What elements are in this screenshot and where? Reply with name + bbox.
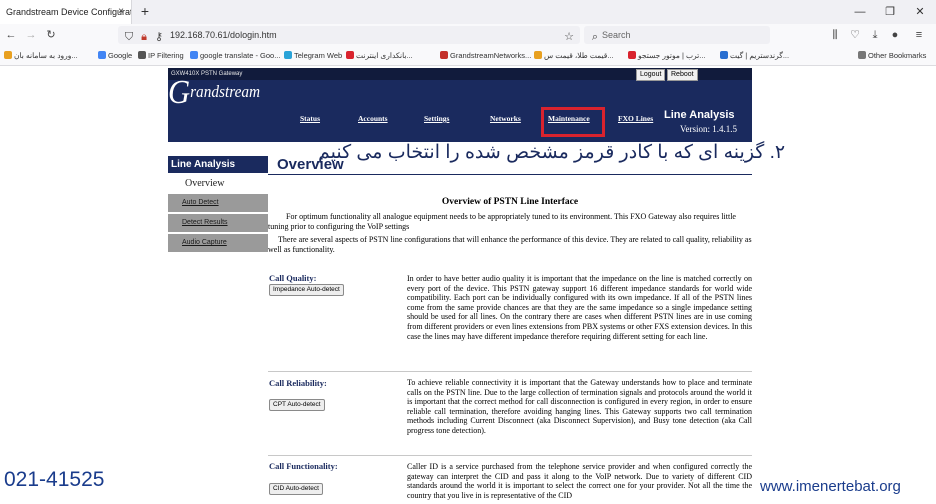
grandstream-logo: Grandstream [168, 74, 261, 111]
instruction-caption: ۲. گزینه ای که با کادر قرمز مشخص شده را … [318, 142, 786, 163]
logout-button[interactable]: Logout [636, 69, 666, 81]
bookmark-item[interactable]: ترب | موتور جستجو... [628, 46, 706, 66]
youtube-icon [440, 51, 448, 59]
sidebar-item-audio-capture[interactable]: Audio Capture [168, 234, 268, 252]
account-icon[interactable]: ● [886, 24, 904, 46]
bookmark-item[interactable]: ورود به سامانه بان... [4, 46, 78, 66]
section-divider [268, 371, 752, 372]
sidebar-item-overview[interactable]: Overview [168, 175, 268, 193]
torob-icon [628, 51, 636, 59]
folder-icon [858, 51, 866, 59]
maintenance-highlight-box [541, 107, 605, 137]
search-placeholder: Search [602, 30, 631, 40]
firmware-version: Version: 1.4.1.5 [680, 124, 737, 134]
gold-icon [534, 51, 542, 59]
search-input[interactable]: ⌕ Search [584, 26, 770, 44]
permissions-icon[interactable]: ⚷ [150, 26, 168, 48]
nav-networks[interactable]: Networks [490, 114, 521, 123]
minimize-button[interactable]: — [845, 0, 875, 24]
other-bookmarks[interactable]: Other Bookmarks [858, 46, 926, 66]
reboot-button[interactable]: Reboot [667, 69, 698, 81]
address-bar[interactable]: ⛉ 🔒︎ ⚷ 192.168.70.61/dologin.htm ☆ [118, 26, 580, 44]
call-reliability-description: To achieve reliable connectivity it is i… [407, 378, 752, 435]
back-icon[interactable]: ← [2, 24, 20, 46]
intro-paragraph-2: There are several aspects of PSTN line c… [268, 235, 752, 254]
new-tab-button[interactable]: + [136, 0, 154, 24]
downloads-icon[interactable]: ⤓ [866, 24, 884, 46]
watermark-phone: 021-41525 [4, 468, 105, 491]
nav-toolbar: ← → ↻ ⛉ 🔒︎ ⚷ 192.168.70.61/dologin.htm ☆… [0, 24, 936, 46]
google-icon [98, 51, 106, 59]
bookmark-item[interactable]: Telegram Web [284, 46, 342, 66]
tab-bar: Grandstream Device Configuration × + — ❐… [0, 0, 936, 24]
call-reliability-label: Call Reliability: [269, 378, 327, 388]
menu-icon[interactable]: ≡ [910, 24, 928, 46]
pocket-icon[interactable]: ♡ [846, 24, 864, 46]
grandstream-icon [720, 51, 728, 59]
sidebar-item-detect-results[interactable]: Detect Results [168, 214, 268, 232]
bookmark-item[interactable]: گرندستریم | گیت... [720, 46, 789, 66]
watermark-website: www.imenertebat.org [760, 478, 901, 495]
bookmark-item[interactable]: google translate - Goo... [190, 46, 280, 66]
nav-status[interactable]: Status [300, 114, 320, 123]
telegram-icon [284, 51, 292, 59]
maximize-button[interactable]: ❐ [875, 0, 905, 24]
call-functionality-label: Call Functionality: [269, 461, 338, 471]
section-title: Overview of PSTN Line Interface [441, 197, 579, 207]
sidebar-item-auto-detect[interactable]: Auto Detect [168, 194, 268, 212]
impedance-auto-detect-button[interactable]: Impedance Auto-detect [269, 284, 344, 296]
call-quality-description: In order to have better audio quality it… [407, 274, 752, 341]
nav-accounts[interactable]: Accounts [358, 114, 388, 123]
bookmark-item[interactable]: بانکداری اینترنت... [346, 46, 413, 66]
intro-paragraph: For optimum functionality all analogue e… [268, 212, 736, 231]
google-icon [190, 51, 198, 59]
bank-icon [346, 51, 354, 59]
globe-icon [138, 51, 146, 59]
browser-tab[interactable]: Grandstream Device Configuration [0, 0, 132, 24]
bookmark-item[interactable]: Google [98, 46, 132, 66]
nav-fxo-lines[interactable]: FXO Lines [618, 114, 653, 123]
title-divider [268, 174, 752, 175]
call-functionality-description: Caller ID is a service purchased from th… [407, 462, 752, 500]
gateway-header: GXW410X PSTN Gateway Logout Reboot Grand… [168, 68, 752, 142]
call-quality-label: Call Quality: [269, 273, 317, 283]
close-tab-icon[interactable]: × [114, 0, 128, 24]
sidebar-heading: Line Analysis [168, 156, 268, 173]
nav-settings[interactable]: Settings [424, 114, 449, 123]
library-icon[interactable]: ⫼ [826, 24, 844, 46]
bookmark-star-icon[interactable]: ☆ [560, 26, 578, 48]
cpt-auto-detect-button[interactable]: CPT Auto-detect [269, 399, 325, 411]
cid-auto-detect-button[interactable]: CID Auto-detect [269, 483, 323, 495]
bookmark-item[interactable]: قیمت طلا، قیمت س... [534, 46, 614, 66]
bookmark-favicon-icon [4, 51, 12, 59]
close-window-button[interactable]: ✕ [905, 0, 935, 24]
forward-icon[interactable]: → [22, 24, 40, 46]
section-divider [268, 455, 752, 456]
bookmark-item[interactable]: GrandstreamNetworks... [440, 46, 531, 66]
bookmark-item[interactable]: IP Filtering [138, 46, 184, 66]
header-page-title: Line Analysis [664, 109, 735, 121]
url-text[interactable]: 192.168.70.61/dologin.htm [170, 26, 277, 44]
reload-icon[interactable]: ↻ [42, 24, 60, 46]
bookmarks-bar: ورود به سامانه بان... Google IP Filterin… [0, 46, 936, 66]
